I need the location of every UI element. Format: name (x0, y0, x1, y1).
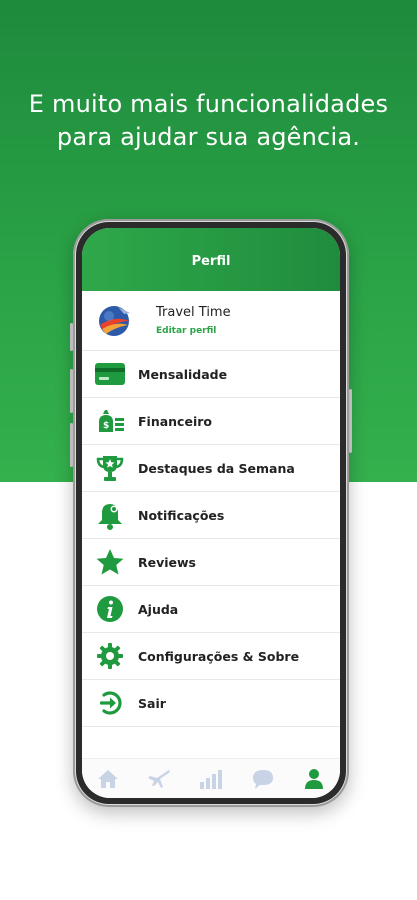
menu-label: Ajuda (138, 601, 179, 617)
credit-card-icon (94, 358, 126, 390)
phone-volume-down-button (70, 423, 73, 467)
agency-logo (94, 301, 134, 341)
airplane-icon (148, 769, 171, 788)
tab-messages[interactable] (248, 764, 278, 794)
phone-frame: Perfil Travel Time Editar perfil Mensali… (76, 222, 346, 804)
menu-label: Configurações & Sobre (138, 648, 300, 664)
menu-label: Mensalidade (138, 366, 228, 382)
money-bag-icon: $ (94, 405, 126, 437)
info-icon (94, 593, 126, 625)
menu-item-sair[interactable]: Sair (82, 680, 340, 727)
tab-profile[interactable] (299, 764, 329, 794)
tab-home[interactable] (93, 764, 123, 794)
menu-item-configuracoes[interactable]: Configurações & Sobre (82, 633, 340, 680)
svg-text:$: $ (103, 421, 109, 431)
bar-chart-icon (199, 769, 222, 789)
trophy-icon (94, 452, 126, 484)
chat-icon (252, 769, 273, 789)
menu-item-ajuda[interactable]: Ajuda (82, 586, 340, 633)
home-icon (97, 769, 118, 788)
tab-flights[interactable] (144, 764, 174, 794)
phone-mockup: Perfil Travel Time Editar perfil Mensali… (70, 219, 352, 807)
app-header: Perfil (82, 228, 340, 291)
user-icon (305, 768, 324, 789)
promo-headline: E muito mais funcionalidades para ajudar… (0, 88, 417, 154)
profile-section[interactable]: Travel Time Editar perfil (82, 291, 340, 351)
menu-item-reviews[interactable]: Reviews (82, 539, 340, 586)
menu-label: Reviews (138, 554, 197, 570)
menu-item-mensalidade[interactable]: Mensalidade (82, 351, 340, 398)
menu-label: Notificações (138, 507, 225, 523)
edit-profile-link[interactable]: Editar perfil (156, 326, 231, 336)
agency-name: Travel Time (156, 305, 231, 320)
phone-side-button (70, 323, 73, 351)
phone-volume-up-button (70, 369, 73, 413)
headline-line-1: E muito mais funcionalidades (28, 90, 389, 118)
menu-label: Financeiro (138, 413, 212, 429)
menu-item-financeiro[interactable]: $ Financeiro (82, 398, 340, 445)
bell-icon (94, 499, 126, 531)
menu-label: Destaques da Semana (138, 460, 295, 476)
star-icon (94, 546, 126, 578)
menu-label: Sair (138, 695, 166, 711)
app-screen: Perfil Travel Time Editar perfil Mensali… (82, 228, 340, 798)
logout-icon (94, 687, 126, 719)
gear-icon (94, 640, 126, 672)
menu-item-notificacoes[interactable]: Notificações (82, 492, 340, 539)
headline-line-2: para ajudar sua agência. (56, 123, 361, 151)
phone-power-button (349, 389, 352, 453)
page-title: Perfil (191, 254, 231, 269)
tab-reports[interactable] (196, 764, 226, 794)
menu-item-destaques[interactable]: Destaques da Semana (82, 445, 340, 492)
bottom-tab-bar (82, 758, 340, 798)
